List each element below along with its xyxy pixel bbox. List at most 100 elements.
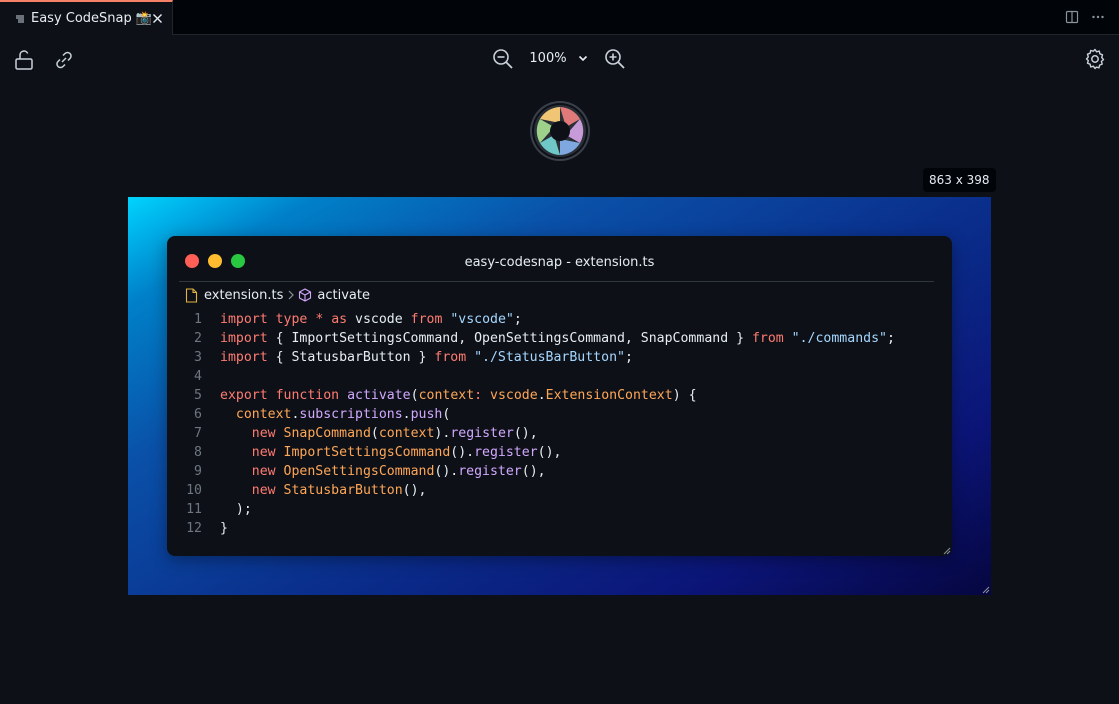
code-line: 1 import type * as vscode from "vscode"; — [167, 310, 952, 329]
code-line: 7 new SnapCommand(context).register(), — [167, 424, 952, 443]
code-token: "./commands" — [791, 331, 887, 346]
code-window: easy-codesnap - extension.ts extension.t… — [167, 236, 952, 556]
code-token: context — [235, 407, 292, 422]
line-number: 7 — [194, 426, 202, 441]
code-token: ; — [886, 331, 895, 346]
line-content: import type * as vscode from "vscode"; — [220, 310, 522, 329]
code-token: : — [474, 388, 483, 403]
code-token: StatusbarButton — [283, 483, 403, 498]
line-content: new StatusbarButton(), — [220, 481, 427, 500]
editor-tab-bar: Easy CodeSnap 📸 — [0, 0, 1119, 35]
line-content: new OpenSettingsCommand().register(), — [220, 462, 546, 481]
code-token: . — [537, 388, 546, 403]
file-icon — [185, 287, 198, 303]
breadcrumb-symbol: activate — [317, 287, 370, 303]
code-token: import — [220, 331, 268, 346]
code-token: import — [220, 350, 268, 365]
window-title[interactable]: easy-codesnap - extension.ts — [167, 255, 952, 270]
zoom-in-icon[interactable] — [603, 47, 627, 71]
code-token: type — [275, 312, 308, 327]
line-number: 4 — [194, 369, 202, 384]
line-number: 5 — [194, 388, 202, 403]
code-token: (), — [513, 426, 538, 441]
code-line: 10 new StatusbarButton(), — [167, 481, 952, 500]
code-token: new — [251, 483, 276, 498]
code-token: register — [450, 426, 514, 441]
code-block[interactable]: 1 import type * as vscode from "vscode"; 2… — [167, 310, 952, 538]
resize-handle-icon[interactable] — [943, 547, 951, 555]
code-line: 4 — [167, 367, 952, 386]
code-token: from — [434, 350, 467, 365]
code-token: ( — [410, 388, 419, 403]
more-actions-icon[interactable] — [1091, 10, 1105, 24]
line-content: import { StatusbarButton } from "./Statu… — [220, 348, 633, 367]
line-number: 6 — [194, 407, 202, 422]
code-token: vscode — [347, 312, 411, 327]
snap-toolbar: 100% — [0, 36, 1119, 84]
line-number: 10 — [186, 483, 202, 498]
resize-handle-icon[interactable] — [982, 586, 990, 594]
code-line: 12} — [167, 519, 952, 538]
breadcrumb: extension.ts activate — [185, 286, 370, 304]
chevron-right-icon — [288, 290, 295, 300]
code-token: (). — [434, 464, 459, 479]
code-token: "./StatusBarButton" — [474, 350, 625, 365]
code-token: push — [410, 407, 443, 422]
code-line: 5 export function activate(context: vscod… — [167, 386, 952, 405]
zoom-out-icon[interactable] — [491, 47, 515, 71]
code-line: 8 new ImportSettingsCommand().register()… — [167, 443, 952, 462]
code-line: 11 ); — [167, 500, 952, 519]
code-token: subscriptions — [299, 407, 403, 422]
code-token: (). — [450, 445, 475, 460]
link-icon[interactable] — [52, 48, 76, 72]
line-number: 12 — [186, 521, 202, 536]
title-divider — [179, 281, 934, 282]
line-content: ); — [220, 500, 252, 519]
line-content: context.subscriptions.push( — [220, 405, 450, 424]
code-token: from — [751, 331, 784, 346]
unlock-icon[interactable] — [12, 48, 36, 72]
code-token: (), — [521, 464, 546, 479]
line-content: import { ImportSettingsCommand, OpenSett… — [220, 329, 895, 348]
close-icon[interactable] — [151, 12, 164, 25]
camera-shutter-logo[interactable] — [528, 99, 592, 163]
split-editor-icon[interactable] — [1065, 10, 1079, 24]
line-content: new SnapCommand(context).register(), — [220, 424, 538, 443]
code-token: "vscode" — [450, 312, 514, 327]
line-number: 1 — [194, 312, 202, 327]
code-token: function — [275, 388, 340, 403]
chevron-down-icon[interactable] — [577, 52, 589, 64]
code-token: } — [220, 521, 228, 536]
zoom-level[interactable]: 100% — [520, 51, 576, 66]
symbol-method-icon — [299, 288, 312, 302]
tab-easy-codesnap[interactable]: Easy CodeSnap 📸 — [0, 0, 173, 35]
code-token: (), — [402, 483, 427, 498]
gear-icon[interactable] — [1083, 47, 1107, 71]
code-token: import — [220, 312, 268, 327]
code-token: ); — [235, 502, 252, 517]
line-number: 2 — [194, 331, 202, 346]
code-token: (), — [537, 445, 562, 460]
code-token: ( — [370, 426, 379, 441]
code-token: ; — [513, 312, 522, 327]
code-line: 6 context.subscriptions.push( — [167, 405, 952, 424]
code-token: activate — [347, 388, 411, 403]
line-content: new ImportSettingsCommand().register(), — [220, 443, 562, 462]
code-token: ) { — [672, 388, 697, 403]
snapshot-background[interactable]: easy-codesnap - extension.ts extension.t… — [128, 197, 991, 595]
code-token: vscode — [490, 388, 538, 403]
code-token: from — [410, 312, 443, 327]
code-token: ( — [442, 407, 451, 422]
code-token: OpenSettingsCommand — [283, 464, 435, 479]
